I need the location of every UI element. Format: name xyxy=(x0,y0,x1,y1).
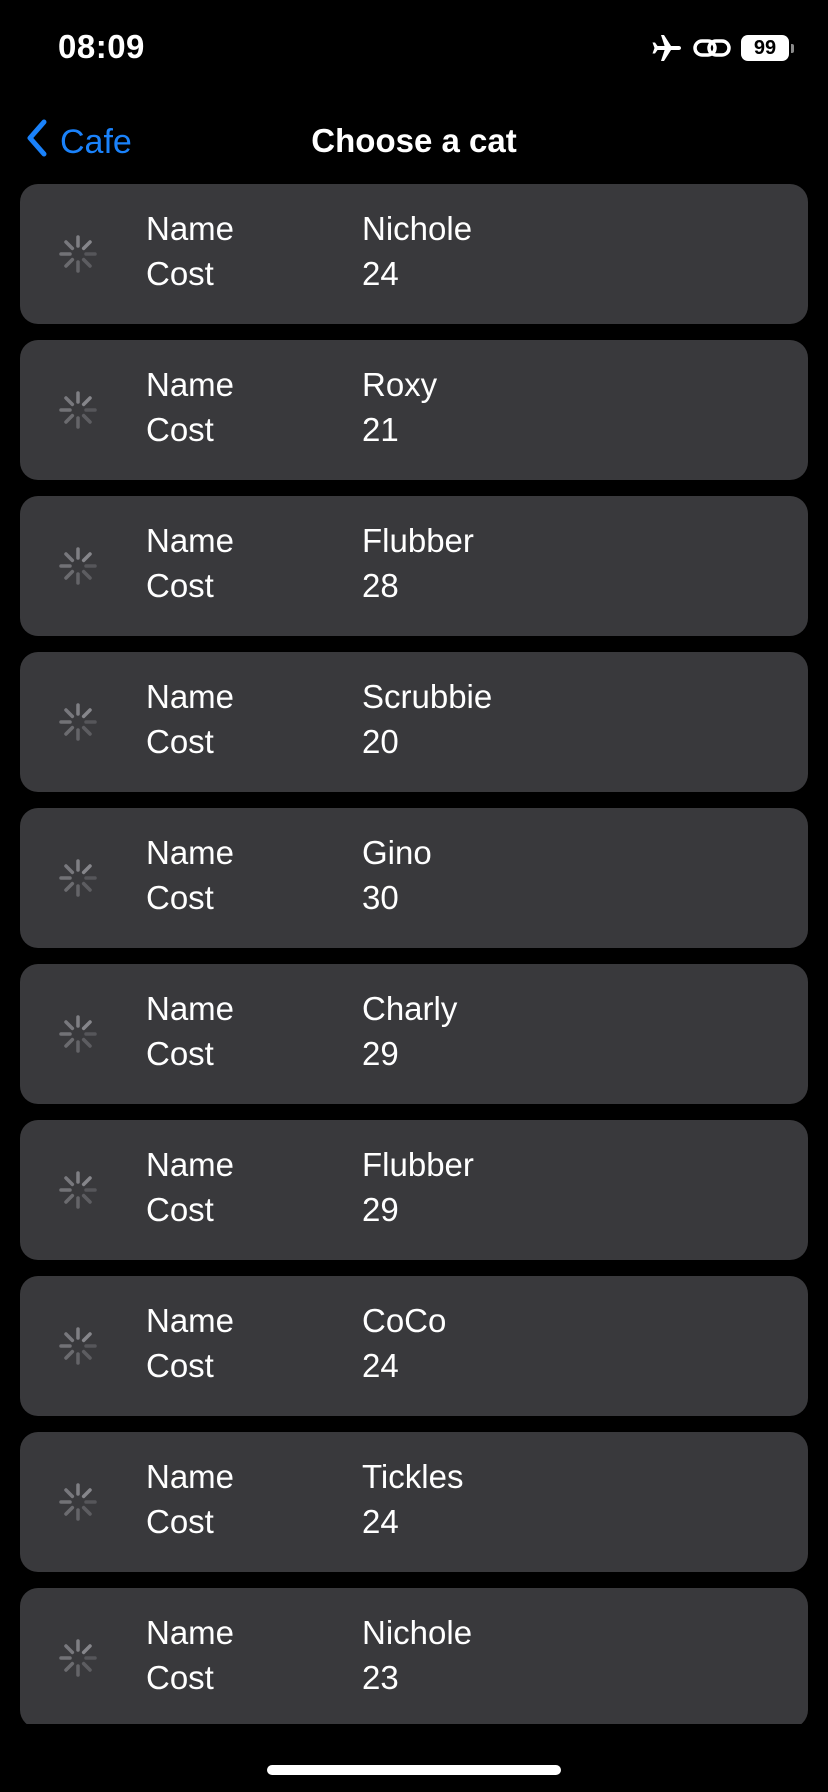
loading-spinner-icon xyxy=(58,1170,98,1210)
name-label: Name xyxy=(146,210,235,247)
name-label: Name xyxy=(146,834,235,871)
cat-row[interactable]: Name Flubber Cost 28 xyxy=(20,496,808,636)
cat-row[interactable]: Name Nichole Cost 24 xyxy=(20,184,808,324)
battery-icon: 99 xyxy=(741,35,794,61)
name-label: Name xyxy=(146,1302,235,1339)
cost-value: 24 xyxy=(362,1347,399,1384)
cost-label: Cost xyxy=(146,1503,214,1540)
cat-row[interactable]: Name Roxy Cost 21 xyxy=(20,340,808,480)
cost-label: Cost xyxy=(146,1347,214,1384)
cost-value: 24 xyxy=(362,255,399,292)
cost-label: Cost xyxy=(146,1659,214,1696)
name-value: Nichole xyxy=(362,1614,473,1651)
cost-label: Cost xyxy=(146,879,214,916)
cost-label: Cost xyxy=(146,1035,214,1072)
cost-label: Cost xyxy=(146,411,214,448)
name-value: Flubber xyxy=(362,522,474,559)
name-label: Name xyxy=(146,990,235,1027)
name-value: Nichole xyxy=(362,210,473,247)
cost-label: Cost xyxy=(146,723,214,760)
name-value: Scrubbie xyxy=(362,678,493,715)
link-icon xyxy=(693,36,731,60)
loading-spinner-icon xyxy=(58,1014,98,1054)
status-bar: 08:09 99 xyxy=(0,0,828,100)
screen: 08:09 99 Cafe Choose a cat Name Nichole … xyxy=(0,0,828,1792)
status-icons: 99 xyxy=(651,34,794,62)
loading-spinner-icon xyxy=(58,1638,98,1678)
cat-list[interactable]: Name Nichole Cost 24 Name Roxy Cost 21 N… xyxy=(20,184,808,1724)
name-value: Tickles xyxy=(362,1458,464,1495)
name-value: Flubber xyxy=(362,1146,474,1183)
cat-row[interactable]: Name Tickles Cost 24 xyxy=(20,1432,808,1572)
cost-label: Cost xyxy=(146,255,214,292)
home-indicator[interactable] xyxy=(267,1765,561,1775)
name-value: Roxy xyxy=(362,366,438,403)
cat-row[interactable]: Name Gino Cost 30 xyxy=(20,808,808,948)
cat-row[interactable]: Name CoCo Cost 24 xyxy=(20,1276,808,1416)
name-value: Gino xyxy=(362,834,432,871)
name-label: Name xyxy=(146,1614,235,1651)
battery-level: 99 xyxy=(741,35,789,61)
cost-label: Cost xyxy=(146,1191,214,1228)
cat-row[interactable]: Name Charly Cost 29 xyxy=(20,964,808,1104)
name-label: Name xyxy=(146,678,235,715)
cat-row[interactable]: Name Scrubbie Cost 20 xyxy=(20,652,808,792)
name-value: CoCo xyxy=(362,1302,447,1339)
loading-spinner-icon xyxy=(58,234,98,274)
cost-value: 20 xyxy=(362,723,399,760)
cost-value: 28 xyxy=(362,567,399,604)
status-time: 08:09 xyxy=(58,28,145,65)
name-label: Name xyxy=(146,1458,235,1495)
cost-label: Cost xyxy=(146,567,214,604)
name-label: Name xyxy=(146,1146,235,1183)
loading-spinner-icon xyxy=(58,702,98,742)
loading-spinner-icon xyxy=(58,1326,98,1366)
name-label: Name xyxy=(146,522,235,559)
cost-value: 23 xyxy=(362,1659,399,1696)
cost-value: 30 xyxy=(362,879,399,916)
cost-value: 29 xyxy=(362,1191,399,1228)
name-value: Charly xyxy=(362,990,458,1027)
cost-value: 21 xyxy=(362,411,399,448)
loading-spinner-icon xyxy=(58,546,98,586)
name-label: Name xyxy=(146,366,235,403)
cat-row[interactable]: Name Nichole Cost 23 xyxy=(20,1588,808,1724)
cat-row[interactable]: Name Flubber Cost 29 xyxy=(20,1120,808,1260)
cost-value: 24 xyxy=(362,1503,399,1540)
loading-spinner-icon xyxy=(58,390,98,430)
cost-value: 29 xyxy=(362,1035,399,1072)
loading-spinner-icon xyxy=(58,858,98,898)
navigation-bar: Cafe Choose a cat xyxy=(0,100,828,180)
loading-spinner-icon xyxy=(58,1482,98,1522)
airplane-icon xyxy=(651,34,683,62)
page-title: Choose a cat xyxy=(311,122,517,159)
